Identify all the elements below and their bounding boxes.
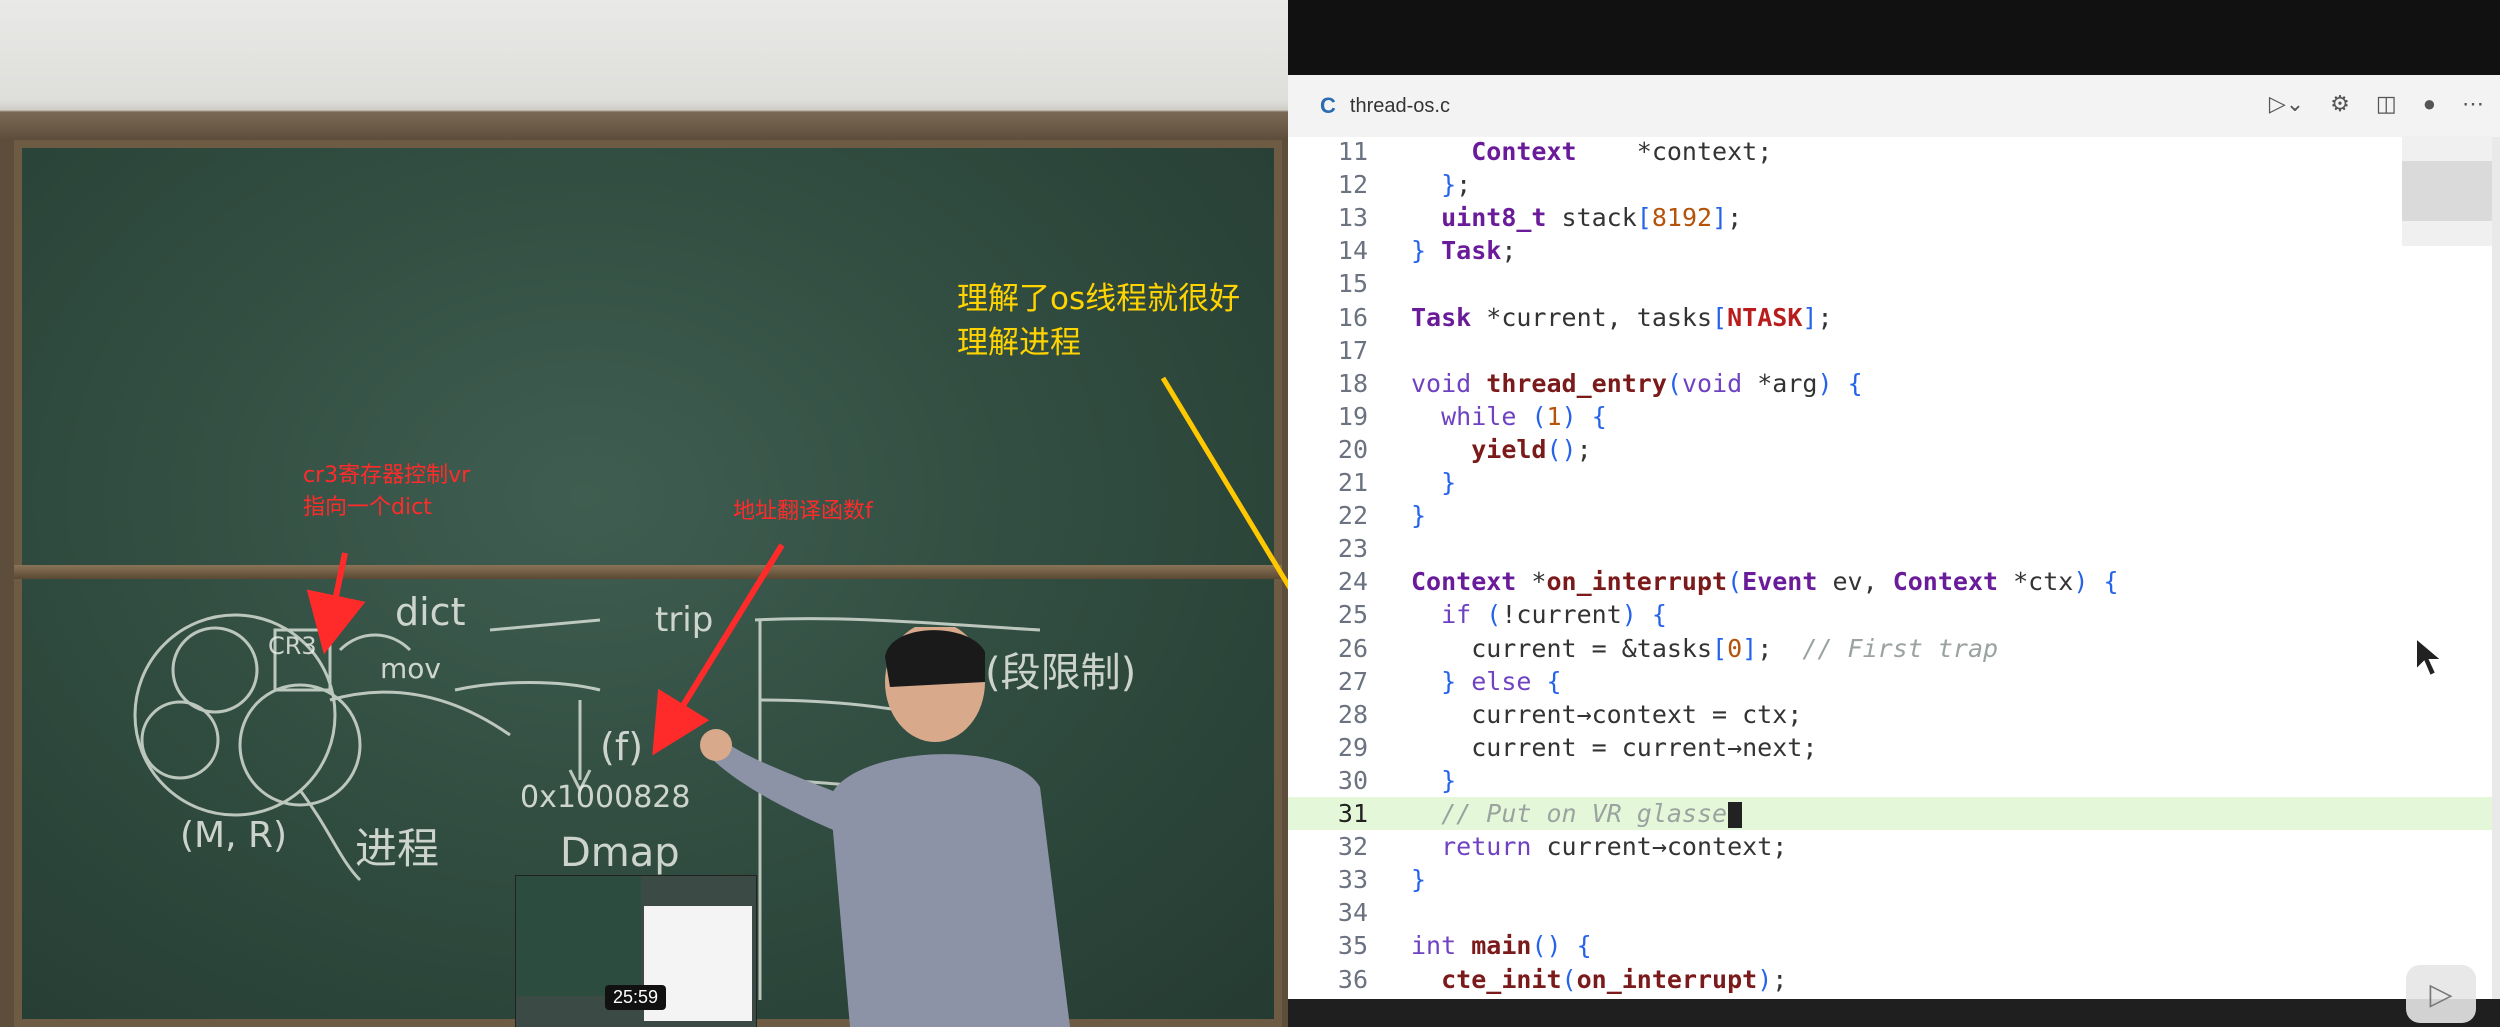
line-number: 14 — [1337, 236, 1368, 266]
code-line-27[interactable]: 27 } else { — [1288, 665, 2500, 698]
line-number: 30 — [1337, 765, 1368, 795]
line-number: 11 — [1337, 137, 1368, 166]
line-number: 21 — [1337, 468, 1368, 497]
code-line-32[interactable]: 32 return current→context; — [1288, 830, 2500, 863]
code-line-31[interactable]: 31 // Put on VR glasses — [1288, 797, 2500, 830]
line-number: 25 — [1337, 600, 1368, 630]
code-text: } — [1441, 765, 1457, 795]
code-text: } — [1411, 865, 1427, 895]
tab-thread-os[interactable]: C thread-os.c — [1320, 87, 1450, 125]
line-number: 36 — [1337, 964, 1368, 994]
code-line-19[interactable]: 19 while (1) { — [1288, 400, 2500, 433]
arrow-addr-translate — [652, 543, 785, 756]
vertical-scrollbar[interactable] — [2492, 137, 2500, 999]
line-number: 31 — [1337, 799, 1368, 828]
line-number: 33 — [1337, 865, 1368, 895]
code-text: void thread_entry(void *arg) { — [1411, 368, 1863, 398]
minimap[interactable] — [2402, 136, 2492, 246]
line-number: 15 — [1337, 269, 1368, 299]
more-icon[interactable]: ⋯ — [2462, 91, 2484, 117]
code-line-36[interactable]: 36 cte_init(on_interrupt); — [1288, 963, 2500, 996]
editor-tab-bar: C thread-os.c ▷⌄ ⚙ ◫ ● ⋯ — [1288, 75, 2500, 138]
editor-top-strip — [1288, 0, 2500, 75]
c-language-icon: C — [1320, 93, 1336, 118]
code-text: // Put on VR glasses — [1441, 799, 1743, 828]
editor-bottom-strip — [1288, 999, 2500, 1027]
code-line-12[interactable]: 12 }; — [1288, 168, 2500, 201]
line-number: 13 — [1337, 203, 1368, 233]
code-line-30[interactable]: 30 } — [1288, 764, 2500, 797]
line-number: 12 — [1337, 170, 1368, 200]
code-line-35[interactable]: 35 int main() { — [1288, 929, 2500, 962]
code-line-18[interactable]: 18 void thread_entry(void *arg) { — [1288, 367, 2500, 400]
code-text: if (!current) { — [1441, 600, 1667, 630]
run-icon[interactable]: ▷⌄ — [2269, 91, 2304, 117]
code-line-22[interactable]: 22} — [1288, 499, 2500, 532]
code-line-16[interactable]: 16 Task *current, tasks[NTASK]; — [1288, 301, 2500, 334]
code-text: current = &tasks[0]; // First trap — [1411, 633, 1999, 663]
code-text: Context *on_interrupt(Event ev, Context … — [1411, 567, 2119, 597]
code-line-11[interactable]: 11 Context *context; — [1288, 135, 2500, 168]
line-number: 35 — [1337, 931, 1368, 961]
code-line-25[interactable]: 25 if (!current) { — [1288, 598, 2500, 631]
line-number: 20 — [1337, 434, 1368, 464]
line-number: 23 — [1337, 534, 1368, 564]
code-text: uint8_t stack[8192]; — [1441, 203, 1743, 233]
code-line-21[interactable]: 21 } — [1288, 466, 2500, 499]
code-line-33[interactable]: 33} — [1288, 863, 2500, 896]
editor-actions: ▷⌄ ⚙ ◫ ● ⋯ — [2269, 91, 2484, 117]
line-number: 29 — [1337, 732, 1368, 762]
mouse-pointer-icon — [2415, 636, 2445, 678]
code-line-29[interactable]: 29 current = current→next; — [1288, 731, 2500, 764]
code-text: } — [1441, 468, 1457, 497]
code-text: cte_init(on_interrupt); — [1441, 964, 1788, 994]
line-number: 17 — [1337, 335, 1368, 365]
gear-icon[interactable]: ⚙ — [2330, 91, 2350, 117]
unsaved-dot-icon[interactable]: ● — [2423, 91, 2436, 117]
code-line-23[interactable]: 23 — [1288, 532, 2500, 565]
code-line-17[interactable]: 17 — [1288, 334, 2500, 367]
code-text: } — [1411, 501, 1427, 531]
line-number: 26 — [1337, 633, 1368, 663]
code-line-34[interactable]: 34 — [1288, 896, 2500, 929]
code-line-13[interactable]: 13 uint8_t stack[8192]; — [1288, 201, 2500, 234]
code-line-14[interactable]: 14 } Task; — [1288, 234, 2500, 267]
line-number: 24 — [1337, 567, 1368, 597]
code-text: int main() { — [1411, 931, 1592, 961]
code-editor-window: C thread-os.c ▷⌄ ⚙ ◫ ● ⋯ 11 Context *con… — [1288, 0, 2500, 1027]
code-text: } Task; — [1411, 236, 1517, 266]
line-number: 22 — [1337, 501, 1368, 531]
line-number: 27 — [1337, 666, 1368, 696]
code-text: yield(); — [1471, 434, 1592, 464]
text-cursor — [1728, 802, 1743, 828]
code-line-28[interactable]: 28 current→context = ctx; — [1288, 698, 2500, 731]
code-text: Task *current, tasks[NTASK]; — [1411, 302, 1833, 332]
code-area[interactable]: 11 Context *context; 12 }; 13 uint8_t stac… — [1288, 137, 2500, 999]
tab-label: thread-os.c — [1349, 94, 1450, 117]
code-text: } else { — [1441, 666, 1562, 696]
code-text: Context *context; — [1471, 137, 1773, 166]
code-line-20[interactable]: 20 yield(); — [1288, 433, 2500, 466]
line-number: 18 — [1337, 368, 1368, 398]
arrow-cr3 — [306, 552, 366, 655]
line-number: 32 — [1337, 832, 1368, 862]
play-icon[interactable]: ▷ — [2406, 965, 2476, 1023]
code-text: }; — [1441, 170, 1472, 200]
code-text: current = current→next; — [1411, 732, 1818, 762]
code-line-24[interactable]: 24 Context *on_interrupt(Event ev, Contex… — [1288, 565, 2500, 598]
code-text: while (1) { — [1441, 401, 1607, 431]
line-number: 34 — [1337, 898, 1368, 928]
code-line-26[interactable]: 26 current = &tasks[0]; // First trap — [1288, 632, 2500, 665]
code-text: return current→context; — [1441, 832, 1788, 862]
line-number: 16 — [1337, 302, 1368, 332]
line-number: 28 — [1337, 699, 1368, 729]
code-text: current→context = ctx; — [1411, 699, 1803, 729]
line-number: 19 — [1337, 401, 1368, 431]
split-editor-icon[interactable]: ◫ — [2376, 91, 2397, 117]
code-line-15[interactable]: 15 — [1288, 267, 2500, 300]
